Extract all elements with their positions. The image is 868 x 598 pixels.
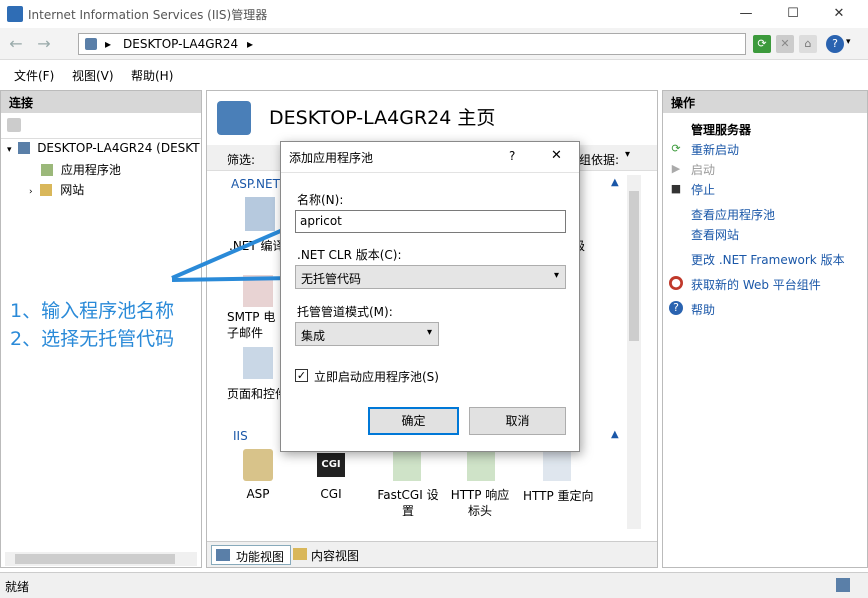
pipeline-mode-label: 托管管道模式(M): [297, 305, 393, 319]
clr-version-value: 无托管代码 [301, 272, 362, 286]
annotation-step-2: 2、选择无托管代码 [10, 328, 175, 350]
dialog-title-divider [281, 172, 579, 173]
arrow-to-name-field [171, 224, 293, 280]
pipeline-mode-value: 集成 [301, 329, 326, 343]
clr-version-select[interactable]: 无托管代码 ▾ [295, 265, 566, 289]
dialog-help-button[interactable]: ? [509, 149, 515, 163]
chevron-down-icon: ▾ [426, 327, 432, 338]
name-label: 名称(N): [297, 193, 344, 207]
pipeline-mode-select[interactable]: 集成 ▾ [295, 322, 439, 346]
clr-version-label: .NET CLR 版本(C): [297, 248, 402, 262]
dialog-title: 添加应用程序池 [289, 151, 374, 165]
annotation-step-1: 1、输入程序池名称 [10, 300, 175, 322]
ok-button[interactable]: 确定 [368, 407, 459, 435]
name-input[interactable]: apricot [295, 210, 566, 233]
add-app-pool-dialog: 添加应用程序池 ? ✕ 名称(N): apricot .NET CLR 版本(C… [280, 141, 580, 452]
start-immediately-checkbox[interactable]: ✓ [295, 369, 308, 382]
chevron-down-icon: ▾ [553, 270, 559, 281]
cancel-button[interactable]: 取消 [469, 407, 566, 435]
arrow-to-clr-select [171, 276, 297, 282]
dialog-close-button[interactable]: ✕ [551, 148, 562, 163]
start-immediately-label: 立即启动应用程序池(S) [314, 370, 439, 384]
